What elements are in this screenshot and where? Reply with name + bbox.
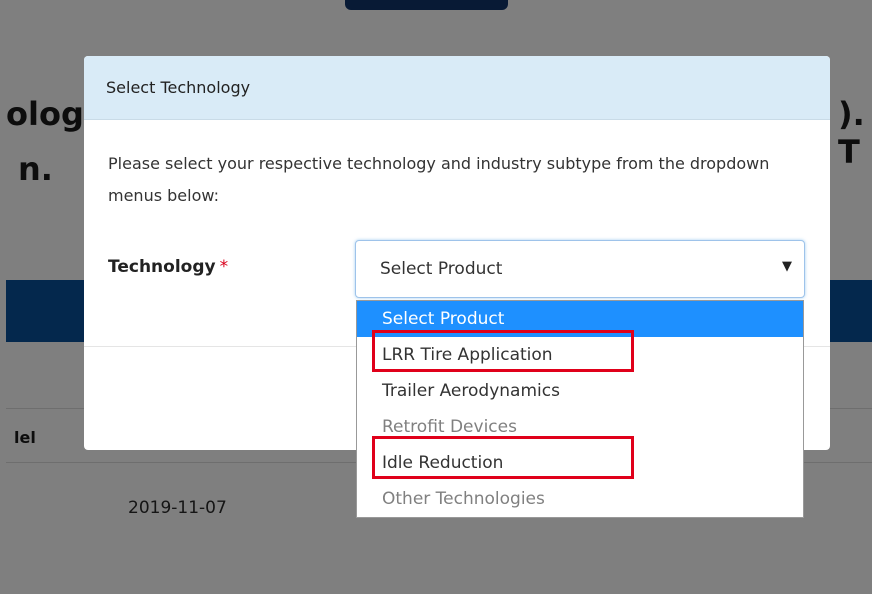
highlight-box-idle-reduction [372,436,634,479]
highlight-box-lrr-tire [372,330,634,372]
select-current-value: Select Product [380,259,503,279]
modal-header: Select Technology [84,56,830,120]
technology-field-label: Technology * [108,257,228,277]
modal-description: Please select your respective technology… [108,154,770,205]
triangle-down-icon[interactable]: ▼ [782,259,792,274]
dropdown-option-trailer-aerodynamics[interactable]: Trailer Aerodynamics [357,373,803,409]
required-marker: * [219,257,229,277]
dropdown-option-other-technologies[interactable]: Other Technologies [357,481,803,517]
technology-label-text: Technology [108,257,216,277]
technology-select[interactable]: Select Product ▼ [355,240,805,298]
modal-title: Select Technology [106,78,251,97]
